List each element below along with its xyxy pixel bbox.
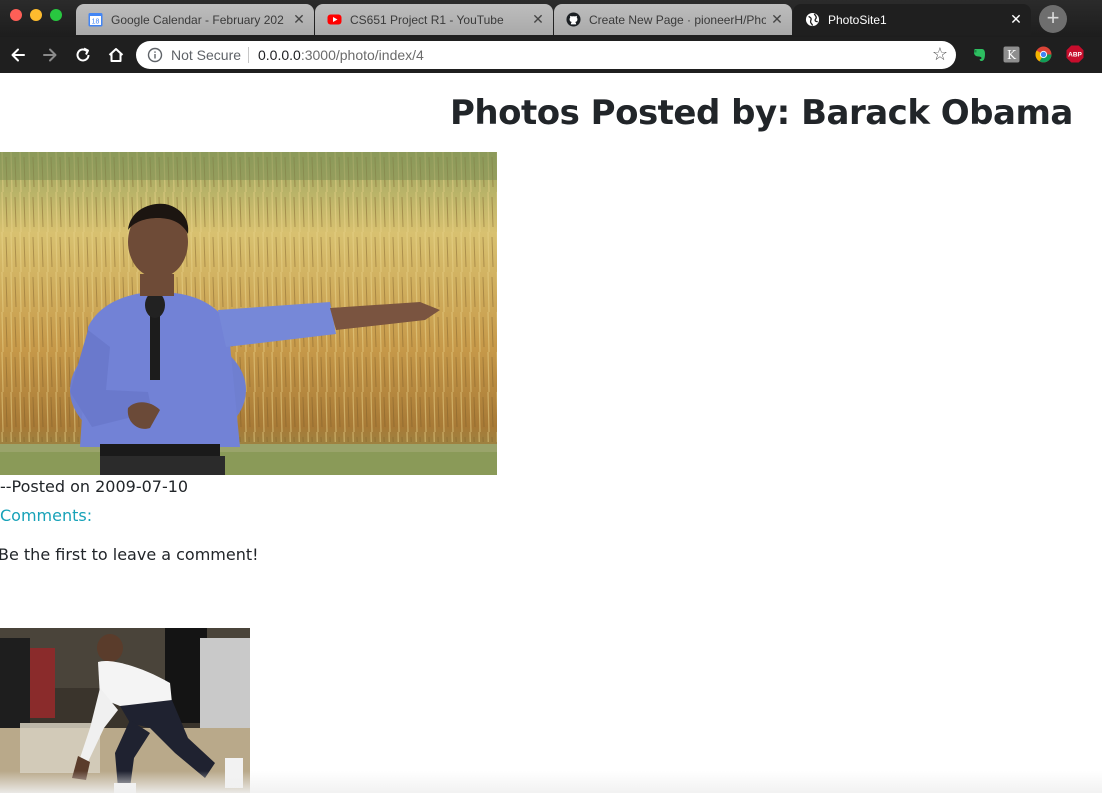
comments-heading: Comments: (0, 506, 93, 525)
back-button[interactable] (6, 43, 30, 67)
tab-title: CS651 Project R1 - YouTube (350, 12, 504, 27)
globe-icon (805, 12, 820, 27)
home-icon (108, 48, 124, 62)
close-tab-icon[interactable]: ✕ (1009, 11, 1023, 28)
tab-strip: 18 Google Calendar - February 202 ✕ CS65… (0, 0, 1102, 37)
tab-youtube[interactable]: CS651 Project R1 - YouTube ✕ (315, 4, 553, 35)
address-separator (248, 47, 249, 63)
bookmark-star-icon[interactable]: ☆ (932, 44, 948, 65)
new-tab-button[interactable]: + (1039, 5, 1067, 33)
forward-button[interactable] (38, 43, 62, 67)
tab-title: Google Calendar - February 202 (111, 12, 284, 27)
chrome-extension-icon[interactable] (1034, 45, 1052, 63)
home-button[interactable] (104, 43, 128, 67)
tab-photosite1[interactable]: PhotoSite1 ✕ (793, 4, 1031, 35)
photo-image (0, 628, 250, 793)
post-photo (0, 152, 497, 475)
photo-image (0, 152, 497, 475)
youtube-icon (327, 12, 342, 27)
page-content: Photos Posted by: Barack Obama --Posted … (0, 73, 1102, 793)
github-icon (566, 12, 581, 27)
reload-button[interactable] (71, 43, 95, 67)
evernote-icon[interactable] (970, 45, 988, 63)
minimize-window-button[interactable] (30, 9, 42, 21)
close-tab-icon[interactable]: ✕ (292, 11, 306, 28)
page-title: Photos Posted by: Barack Obama (450, 93, 1073, 133)
post-photo (0, 628, 250, 793)
tab-title: PhotoSite1 (828, 12, 887, 27)
reload-icon (76, 47, 90, 62)
calendar-icon: 18 (88, 12, 103, 27)
url-host: 0.0.0.0 (258, 47, 301, 63)
k-extension-label: K (1007, 48, 1017, 62)
adblock-plus-label: ABP (1068, 52, 1082, 59)
tab-github[interactable]: Create New Page · pioneerH/Pho ✕ (554, 4, 792, 35)
forward-arrow-icon (43, 48, 57, 62)
address-bar[interactable]: Not Secure 0.0.0.0:3000/photo/index/4 ☆ (136, 41, 956, 69)
close-tab-icon[interactable]: ✕ (531, 11, 545, 28)
close-tab-icon[interactable]: ✕ (770, 11, 784, 28)
url-path: :3000/photo/index/4 (300, 47, 424, 63)
zoom-window-button[interactable] (50, 9, 62, 21)
no-comments-message: Be the first to leave a comment! (0, 545, 259, 564)
posted-date: --Posted on 2009-07-10 (0, 477, 189, 496)
info-icon[interactable] (147, 47, 163, 63)
security-label[interactable]: Not Secure (171, 47, 241, 63)
url-text[interactable]: 0.0.0.0:3000/photo/index/4 (258, 47, 424, 63)
back-arrow-icon (11, 48, 25, 62)
k-extension-icon[interactable]: K (1002, 45, 1020, 63)
browser-toolbar: Not Secure 0.0.0.0:3000/photo/index/4 ☆ (0, 37, 1102, 73)
calendar-icon-day: 18 (92, 19, 100, 26)
adblock-plus-icon[interactable]: ABP (1066, 45, 1084, 63)
tab-google-calendar[interactable]: 18 Google Calendar - February 202 ✕ (76, 4, 314, 35)
tab-title: Create New Page · pioneerH/Pho (589, 12, 766, 27)
close-window-button[interactable] (10, 9, 22, 21)
